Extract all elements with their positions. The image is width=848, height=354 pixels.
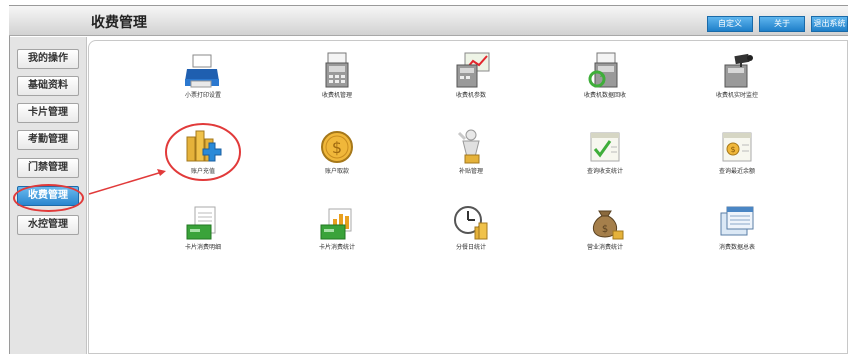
tile-label: 卡片消费统计 <box>318 244 355 251</box>
sidebar-item-my-operations[interactable]: 我的操作 <box>17 49 79 69</box>
title-bar: 收费管理 自定义 关于 退出系统 <box>9 6 848 36</box>
card-detail-icon <box>186 206 216 240</box>
tile-recent-balance-query[interactable]: $ 查询最近余额 <box>697 127 777 187</box>
tile-account-withdrawal[interactable]: $ 账户取款 <box>297 127 377 187</box>
data-recycle-icon <box>588 52 618 88</box>
dollar-coin-icon: $ <box>321 131 353 163</box>
svg-text:$: $ <box>332 138 342 157</box>
tile-label: 查询最近余额 <box>718 168 755 175</box>
pos-terminal-icon <box>325 52 349 88</box>
money-bag-icon: $ <box>592 210 624 240</box>
tile-receipt-print-settings[interactable]: 小票打印设置 <box>163 51 243 111</box>
data-table-icon <box>720 206 754 236</box>
tile-label: 卡片消费明细 <box>184 244 221 251</box>
tile-label: 消费数据总表 <box>718 244 755 251</box>
tile-income-expense-query[interactable]: 查询收支统计 <box>565 127 645 187</box>
tile-account-recharge[interactable]: 账户充值 <box>163 127 243 187</box>
tile-label: 收费机参数 <box>455 92 486 99</box>
tile-label: 补贴管理 <box>458 168 483 175</box>
tile-subsidy-management[interactable]: 补贴管理 <box>431 127 511 187</box>
sidebar-item-basic-data[interactable]: 基础资料 <box>17 76 79 96</box>
tile-card-consumption-detail[interactable]: 卡片消费明细 <box>163 203 243 263</box>
svg-text:$: $ <box>602 224 608 235</box>
tile-card-consumption-stats[interactable]: 卡片消费统计 <box>297 203 377 263</box>
tile-label: 查询收支统计 <box>586 168 623 175</box>
clock-coins-icon <box>454 206 488 240</box>
exit-button[interactable]: 退出系统 <box>811 16 848 32</box>
tile-business-consumption-stats[interactable]: $ 营业消费统计 <box>565 203 645 263</box>
tile-label: 分餐日统计 <box>455 244 486 251</box>
sidebar-item-card-management[interactable]: 卡片管理 <box>17 103 79 123</box>
tile-terminal-management[interactable]: 收费机管理 <box>297 51 377 111</box>
subsidy-icon <box>457 129 480 164</box>
customize-button[interactable]: 自定义 <box>707 16 753 32</box>
sidebar-item-water-control[interactable]: 水控管理 <box>17 215 79 235</box>
coins-plus-icon <box>186 130 222 162</box>
tile-label: 收费机管理 <box>321 92 352 99</box>
tile-label: 账户充值 <box>190 168 215 175</box>
sidebar-item-access-control[interactable]: 门禁管理 <box>17 158 79 178</box>
tile-label: 收费机数据回收 <box>583 92 626 99</box>
monitor-camera-icon <box>724 53 753 88</box>
tile-label: 账户取款 <box>324 168 349 175</box>
tile-label: 小票打印设置 <box>184 92 221 99</box>
printer-icon <box>185 54 219 88</box>
tile-terminal-realtime-monitor[interactable]: 收费机实时监控 <box>697 51 777 111</box>
tile-terminal-parameters[interactable]: 收费机参数 <box>431 51 511 111</box>
tile-meal-daily-stats[interactable]: 分餐日统计 <box>431 203 511 263</box>
income-expense-icon <box>590 132 620 162</box>
tile-label: 收费机实时监控 <box>715 92 758 99</box>
tile-consumption-data-summary[interactable]: 消费数据总表 <box>697 203 777 263</box>
tile-terminal-data-recovery[interactable]: 收费机数据回收 <box>565 51 645 111</box>
annotation-circle <box>13 184 84 212</box>
svg-text:$: $ <box>730 145 735 154</box>
tile-label: 营业消费统计 <box>586 244 623 251</box>
balance-query-icon: $ <box>722 132 752 162</box>
sidebar-item-attendance[interactable]: 考勤管理 <box>17 130 79 150</box>
about-button[interactable]: 关于 <box>759 16 805 32</box>
card-stat-icon <box>320 208 352 240</box>
main-panel: 小票打印设置 收费机管理 收费机参数 收费机数据回收 收费机实时监控 账户充值 … <box>88 40 848 354</box>
page-title: 收费管理 <box>91 15 147 31</box>
terminal-chart-icon <box>456 52 490 88</box>
